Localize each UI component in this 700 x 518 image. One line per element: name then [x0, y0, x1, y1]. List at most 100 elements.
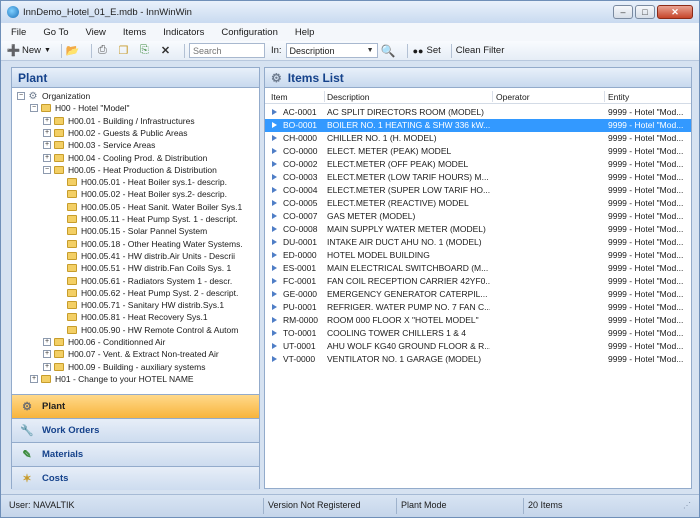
column-header-description[interactable]: Description [327, 92, 370, 102]
table-row[interactable]: TO-0001 COOLING TOWER CHILLERS 1 & 4 9999 … [265, 327, 691, 340]
tree-node[interactable]: H00.05.90 - HW Remote Control & Autom [56, 324, 238, 336]
table-row[interactable]: AC-0001 AC SPLIT DIRECTORS ROOM (MODEL) 99… [265, 106, 691, 119]
table-row[interactable]: FC-0001 FAN COIL RECEPTION CARRIER 42YF0.… [265, 275, 691, 288]
item-cell: ES-0001 [283, 263, 317, 273]
tree-node[interactable]: H00.05.01 - Heat Boiler sys.1- descrip. [56, 176, 227, 188]
open-button[interactable]: 📂 [66, 44, 81, 57]
status-divider [263, 498, 264, 514]
tree-node[interactable]: H00.05.05 - Heat Sanit. Water Boiler Sys… [56, 201, 242, 213]
item-cell: DU-0001 [283, 237, 318, 247]
tree-node[interactable]: H00.05.81 - Heat Recovery Sys.1 [56, 311, 208, 323]
search-button[interactable]: 🔍 [381, 44, 397, 58]
column-header-entity[interactable]: Entity [608, 92, 629, 102]
tree-node[interactable]: H00.05.41 - HW distrib.Air Units - Descr… [56, 250, 235, 262]
table-row[interactable]: PU-0001 REFRIGER. WATER PUMP NO. 7 FAN C.… [265, 301, 691, 314]
plant-tree: − ⚙ Organization − H00 - Hotel "Model" + H00.0… [12, 88, 259, 386]
tree-node[interactable]: H00.05.51 - HW distrib.Fan Coils Sys. 1 [56, 262, 231, 274]
column-headers: Item Description Operator Entity [265, 89, 691, 104]
column-divider[interactable] [604, 91, 605, 102]
folder-icon [67, 178, 77, 187]
nav-costs-button[interactable]: ✶ Costs [12, 466, 259, 490]
table-row[interactable]: CO-0005 ELECT.METER (REACTIVE) MODEL 9999 … [265, 197, 691, 210]
table-row[interactable]: UT-0001 AHU WOLF KG40 GROUND FLOOR & R...… [265, 340, 691, 353]
menu-help[interactable]: Help [295, 27, 315, 38]
menu-items[interactable]: Items [123, 27, 146, 38]
tree-node[interactable]: + H01 - Change to your HOTEL NAME [30, 373, 194, 385]
description-cell: MAIN ELECTRICAL SWITCHBOARD (M... [327, 263, 489, 273]
new-button[interactable]: ➕ New ▼ [7, 44, 51, 57]
expand-icon[interactable]: + [43, 362, 51, 371]
tree-node[interactable]: H00.05.11 - Heat Pump Syst. 1 - descript… [56, 213, 238, 225]
nav-work-orders-button[interactable]: 🔧 Work Orders [12, 418, 259, 442]
expand-icon[interactable]: + [43, 338, 51, 346]
tree-node[interactable]: + H00.02 - Guests & Public Areas [43, 127, 188, 139]
tree-node[interactable]: H00.05.62 - Heat Pump Syst. 2 - descript… [56, 287, 238, 299]
row-pointer-icon [272, 343, 277, 349]
tree-node[interactable]: + H00.01 - Building / Infrastructures [43, 115, 195, 127]
paste-button[interactable]: ⎘ [138, 44, 153, 57]
print-button[interactable]: ⎙ [96, 44, 111, 57]
column-divider[interactable] [324, 91, 325, 102]
clean-filter-button[interactable]: Clean Filter [456, 45, 505, 56]
table-row[interactable]: RM-0000 ROOM 000 FLOOR X "HOTEL MODEL" 999… [265, 314, 691, 327]
collapse-icon[interactable]: − [30, 104, 38, 113]
table-row[interactable]: VT-0000 VENTILATOR NO. 1 GARAGE (MODEL) 99… [265, 353, 691, 366]
tree-node[interactable]: H00.05.15 - Solar Pannel System [56, 225, 207, 237]
collapse-icon[interactable]: − [43, 165, 51, 174]
table-row[interactable]: GE-0000 EMERGENCY GENERATOR CATERPIL... 99… [265, 288, 691, 301]
expand-icon[interactable]: + [43, 116, 51, 125]
minimize-button[interactable]: – [613, 5, 633, 19]
column-header-operator[interactable]: Operator [496, 92, 530, 102]
table-row[interactable]: CH-0000 CHILLER NO. 1 (H. MODEL) 9999 - Ho… [265, 132, 691, 145]
tree-node[interactable]: H00.05.71 - Sanitary HW distrib.Sys.1 [56, 299, 224, 311]
resize-grip-icon[interactable]: ⋰ [683, 501, 691, 510]
table-row[interactable]: CO-0003 ELECT.METER (LOW TARIF HOURS) M..… [265, 171, 691, 184]
tree-node[interactable]: − ⚙ Organization [17, 90, 90, 102]
tree-node[interactable]: + H00.04 - Cooling Prod. & Distribution [43, 152, 207, 164]
menu-indicators[interactable]: Indicators [163, 27, 204, 38]
delete-button[interactable]: ✕ [159, 44, 174, 57]
search-input[interactable] [188, 43, 265, 58]
collapse-icon[interactable]: − [17, 92, 25, 100]
item-cell: CO-0003 [283, 172, 318, 182]
table-row[interactable]: CO-0002 ELECT.METER (OFF PEAK) MODEL 9999 … [265, 158, 691, 171]
tree-node[interactable]: + H00.06 - Conditionned Air [43, 336, 165, 348]
close-button[interactable]: ✕ [657, 5, 693, 19]
expand-icon[interactable]: + [43, 153, 51, 162]
menu-configuration[interactable]: Configuration [221, 27, 278, 38]
costs-icon: ✶ [22, 473, 32, 485]
tree-node-label: H00.05.62 - Heat Pump Syst. 2 - descript… [81, 287, 239, 298]
column-header-item[interactable]: Item [271, 92, 288, 102]
tree-node[interactable]: H00.05.18 - Other Heating Water Systems. [56, 238, 243, 250]
expand-icon[interactable]: + [30, 374, 38, 383]
table-row[interactable]: ES-0001 MAIN ELECTRICAL SWITCHBOARD (M...… [265, 262, 691, 275]
tree-node[interactable]: H00.05.61 - Radiators System 1 - descr. [56, 275, 232, 287]
table-row[interactable]: DU-0001 INTAKE AIR DUCT AHU NO. 1 (MODEL)… [265, 236, 691, 249]
table-row[interactable]: CO-0004 ELECT.METER (SUPER LOW TARIF HO..… [265, 184, 691, 197]
nav-plant-button[interactable]: ⚙ Plant [12, 394, 259, 418]
expand-icon[interactable]: + [43, 350, 51, 359]
column-divider[interactable] [492, 91, 493, 102]
tree-node[interactable]: + H00.03 - Service Areas [43, 139, 155, 151]
table-row[interactable]: CO-0008 MAIN SUPPLY WATER METER (MODEL) 99… [265, 223, 691, 236]
table-row[interactable]: CO-0000 ELECT. METER (PEAK) MODEL 9999 - H… [265, 145, 691, 158]
tree-node[interactable]: + H00.09 - Building - auxiliary systems [43, 361, 205, 373]
menu-file[interactable]: File [11, 27, 26, 38]
search-field-select[interactable]: Description ▼ [285, 43, 378, 58]
copy-button[interactable]: ❐ [117, 44, 132, 57]
table-row[interactable]: ED-0000 HOTEL MODEL BUILDING 9999 - Hotel … [265, 249, 691, 262]
table-row[interactable]: BO-0001 BOILER NO. 1 HEATING & SHW 336 kW… [265, 119, 691, 132]
menu-view[interactable]: View [86, 27, 106, 38]
tree-node[interactable]: H00.05.02 - Heat Boiler sys.2- descrip. [56, 188, 227, 200]
expand-icon[interactable]: + [43, 128, 51, 137]
table-row[interactable]: CO-0007 GAS METER (MODEL) 9999 - Hotel "Mo… [265, 210, 691, 223]
expand-icon[interactable]: + [43, 141, 51, 150]
tree-node[interactable]: + H00.07 - Vent. & Extract Non-treated Ai… [43, 348, 219, 360]
tree-node[interactable]: − H00 - Hotel "Model" [30, 102, 130, 114]
tree-node[interactable]: − H00.05 - Heat Production & Distribution [43, 164, 217, 176]
menu-go-to[interactable]: Go To [43, 27, 68, 38]
item-cell: CO-0005 [283, 198, 318, 208]
set-filter-button[interactable]: ●● Set [412, 44, 441, 57]
maximize-button[interactable]: □ [635, 5, 655, 19]
nav-materials-button[interactable]: ✎ Materials [12, 442, 259, 466]
